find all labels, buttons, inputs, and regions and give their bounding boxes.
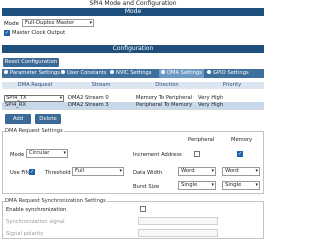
- sync-signal-label: Synchronization signal: [6, 219, 65, 225]
- column-header: DMA Request: [17, 82, 53, 88]
- memory-header: Memory: [231, 137, 253, 143]
- threshold-value: Full: [75, 168, 85, 174]
- tab-radio-icon: [207, 70, 211, 74]
- signal-polarity-label: Signal polarity: [6, 231, 44, 237]
- mode-label: Mode: [4, 21, 19, 27]
- burst-size-memory-value: Single: [225, 182, 242, 188]
- column-header: Direction: [155, 82, 179, 88]
- burst-size-peripheral-value: Single: [181, 182, 198, 188]
- direction-cell: Memory To Peripheral: [136, 95, 193, 101]
- burst-size-peripheral-select[interactable]: Single ▾: [178, 181, 216, 190]
- chevron-down-icon: ▾: [211, 168, 214, 174]
- increment-memory-checkbox[interactable]: ✓: [237, 151, 243, 157]
- dma-mode-select[interactable]: Circular ▾: [26, 149, 68, 158]
- stream-cell: DMA2 Stream 0: [68, 95, 109, 101]
- column-header: Priority: [222, 82, 242, 88]
- tab-label: Parameter Settings: [10, 70, 60, 76]
- master-clock-checkbox[interactable]: ✓: [4, 30, 10, 36]
- request-cell: SPI4_RX: [5, 102, 27, 108]
- table-divider: [2, 109, 264, 110]
- direction-cell: Peripheral To Memory: [136, 102, 193, 108]
- tab-radio-icon: [61, 70, 65, 74]
- threshold-select[interactable]: Full ▾: [72, 167, 124, 176]
- window-title: SPI4 Mode and Configuration: [89, 0, 177, 7]
- tab-label: DMA Settings: [167, 70, 202, 76]
- increment-address-label: Increment Address: [133, 152, 182, 158]
- table-row[interactable]: SPI4_RX DMA2 Stream 3 Peripheral To Memo…: [2, 102, 264, 109]
- dma-mode-value: Circular: [29, 150, 50, 156]
- data-width-peripheral-value: Word: [181, 168, 195, 174]
- use-fifo-checkbox[interactable]: ✓: [29, 169, 35, 175]
- reset-configuration-button[interactable]: Reset Configuration: [3, 58, 59, 67]
- chevron-down-icon: ▾: [63, 150, 66, 156]
- enable-sync-label: Enable synchronization: [6, 207, 67, 213]
- tab-radio-icon: [110, 70, 114, 74]
- data-width-memory-value: Word: [225, 168, 239, 174]
- delete-button[interactable]: Delete: [35, 114, 61, 124]
- threshold-label: Threshold: [45, 170, 71, 176]
- mode-section-header: Mode: [2, 8, 264, 16]
- tab-label: User Constants: [67, 70, 107, 76]
- config-tabs: Parameter Settings User Constants NVIC S…: [2, 69, 264, 78]
- use-fifo-label: Use Fifo: [10, 170, 31, 176]
- chevron-down-icon: ▾: [255, 182, 258, 188]
- config-section-header: Configuration: [2, 45, 264, 53]
- tab-nvic-settings[interactable]: NVIC Settings: [110, 69, 158, 78]
- chevron-down-icon: ▾: [255, 168, 258, 174]
- peripheral-header: Peripheral: [188, 137, 215, 143]
- chevron-down-icon: ▾: [59, 96, 62, 101]
- priority-cell: Very High: [198, 95, 224, 101]
- data-width-peripheral-select[interactable]: Word ▾: [178, 167, 216, 176]
- enable-sync-checkbox[interactable]: [140, 206, 146, 212]
- chevron-down-icon: ▾: [211, 182, 214, 188]
- request-value: SPI4_TX: [6, 95, 27, 101]
- burst-size-label: Burst Size: [133, 184, 160, 190]
- column-header: Stream: [91, 82, 111, 88]
- tab-dma-settings[interactable]: DMA Settings: [159, 69, 204, 78]
- master-clock-label: Master Clock Output: [12, 30, 66, 36]
- add-button[interactable]: Add: [5, 114, 31, 124]
- dma-sync-settings-title: DMA Request Synchronization Settings: [5, 198, 107, 204]
- data-width-label: Data Width: [133, 170, 163, 176]
- priority-cell: Very High: [198, 102, 224, 108]
- dma-table-header: DMA Request Stream Direction Priority: [2, 82, 264, 89]
- chevron-down-icon: ▾: [89, 20, 92, 26]
- mode-select[interactable]: Full-Duplex Master ▾: [22, 19, 94, 27]
- stream-cell: DMA2 Stream 3: [68, 102, 109, 108]
- tab-gpio-settings[interactable]: GPIO Settings: [207, 69, 257, 78]
- mode-settings-label: Mode: [10, 152, 25, 158]
- tab-label: NVIC Settings: [116, 70, 152, 76]
- tab-radio-icon: [161, 70, 165, 74]
- chevron-down-icon: ▾: [119, 168, 122, 174]
- tab-user-constants[interactable]: User Constants: [61, 69, 109, 78]
- tab-radio-icon: [4, 70, 8, 74]
- burst-size-memory-select[interactable]: Single ▾: [222, 181, 260, 190]
- tab-parameter-settings[interactable]: Parameter Settings: [4, 69, 60, 78]
- table-row[interactable]: SPI4_TX ▾ DMA2 Stream 0 Memory To Periphe…: [2, 95, 264, 102]
- tab-label: GPIO Settings: [213, 70, 249, 76]
- sync-signal-select[interactable]: [138, 217, 218, 225]
- request-select[interactable]: SPI4_TX ▾: [4, 95, 64, 102]
- data-width-memory-select[interactable]: Word ▾: [222, 167, 260, 176]
- increment-peripheral-checkbox[interactable]: [194, 151, 200, 157]
- signal-polarity-select[interactable]: [138, 229, 218, 237]
- dma-request-settings-title: DMA Request Settings: [5, 128, 64, 134]
- mode-select-value: Full-Duplex Master: [25, 20, 75, 26]
